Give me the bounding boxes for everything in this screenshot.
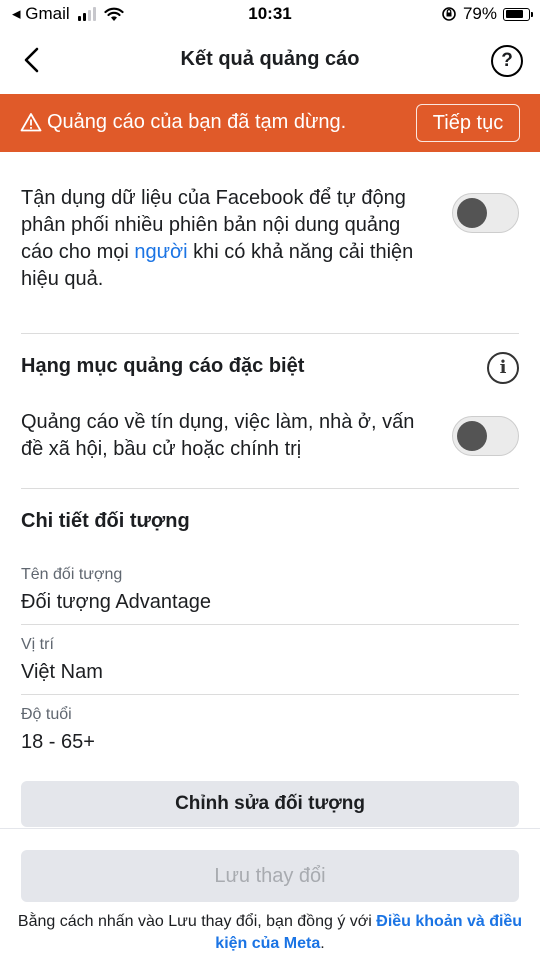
audience-title: Chi tiết đối tượng	[21, 510, 190, 532]
battery-icon	[503, 7, 533, 21]
orientation-lock-icon	[442, 7, 456, 21]
special-category-title: Hạng mục quảng cáo đặc biệt	[21, 355, 305, 377]
special-category-description: Quảng cáo về tín dụng, việc làm, nhà ở, …	[21, 411, 415, 460]
status-right: 79%	[441, 4, 533, 24]
location-label: Vị trí	[21, 636, 54, 653]
terms-prefix: Bằng cách nhấn vào Lưu thay đổi, bạn đồn…	[17, 913, 377, 930]
resume-button[interactable]: Tiếp tục	[416, 104, 520, 142]
toggle-knob	[457, 421, 487, 451]
page-title: Kết quả quảng cáo	[180, 48, 360, 70]
warning-icon	[20, 113, 42, 132]
divider	[21, 488, 519, 489]
location-value: Việt Nam	[21, 661, 103, 683]
dynamic-creative-toggle[interactable]	[452, 193, 519, 233]
paused-banner: Quảng cáo của bạn đã tạm dừng. Tiếp tục	[0, 94, 540, 152]
divider	[21, 624, 519, 625]
footer-divider	[0, 828, 540, 829]
help-icon[interactable]: ?	[491, 45, 523, 77]
dynamic-creative-text: Tận dụng dữ liệu của Facebook để tự động…	[21, 185, 416, 293]
status-bar: ◂ Gmail 10:31 79%	[0, 0, 540, 30]
nav-header: Kết quả quảng cáo ?	[0, 30, 540, 92]
edit-audience-button[interactable]: Chỉnh sửa đối tượng	[21, 781, 519, 827]
battery-percent: 79%	[462, 4, 497, 23]
divider	[21, 333, 519, 334]
audience-name-label: Tên đối tượng	[21, 566, 123, 583]
audience-name-value: Đối tượng Advantage	[21, 591, 211, 613]
banner-message: Quảng cáo của bạn đã tạm dừng.	[47, 111, 347, 133]
age-label: Độ tuổi	[21, 706, 72, 723]
terms-text: Bằng cách nhấn vào Lưu thay đổi, bạn đồn…	[10, 911, 530, 955]
toggle-knob	[457, 198, 487, 228]
info-icon[interactable]: i	[487, 352, 519, 384]
people-link[interactable]: người	[134, 241, 187, 263]
divider	[21, 694, 519, 695]
save-changes-button[interactable]: Lưu thay đổi	[21, 850, 519, 902]
age-value: 18 - 65+	[21, 731, 95, 753]
special-category-toggle[interactable]	[452, 416, 519, 456]
terms-suffix: .	[320, 935, 325, 952]
